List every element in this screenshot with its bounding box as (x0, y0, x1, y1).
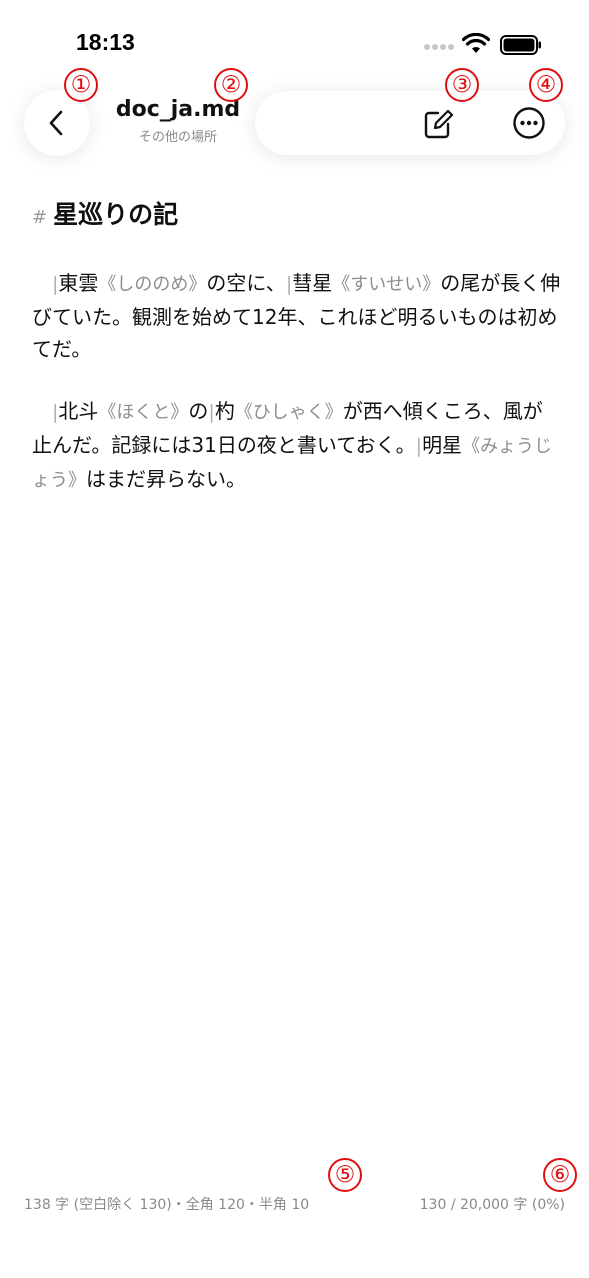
callout-6: ⑥ (543, 1158, 577, 1192)
document-editor[interactable]: # 星巡りの記 |東雲《しののめ》の空に、|彗星《すいせい》の尾が長く伸びていた… (32, 195, 562, 517)
document-heading: # 星巡りの記 (32, 195, 562, 231)
base-text: 彗星 (292, 271, 333, 295)
more-ellipsis-circle-icon (513, 107, 545, 139)
base-text: 明星 (422, 433, 463, 457)
character-progress[interactable]: 130 / 20,000 字 (0%) (420, 1194, 565, 1214)
edit-button[interactable] (416, 102, 460, 146)
callout-3: ③ (445, 68, 479, 102)
cellular-signal-icon (424, 44, 454, 52)
edit-square-pencil-icon (424, 109, 454, 139)
ruby-reading: 《ひしゃく》 (234, 402, 343, 423)
callout-2: ② (214, 68, 248, 102)
ruby-reading: 《ほくと》 (98, 402, 189, 423)
base-text: 杓 (214, 399, 235, 423)
status-footer: 138 字 (空白除く 130)・全角 120・半角 10 130 / 20,0… (0, 1194, 589, 1218)
battery-icon (500, 35, 541, 55)
base-text: 北斗 (58, 399, 99, 423)
ruby-reading: 《すいせい》 (332, 274, 441, 295)
document-location: その他の場所 (138, 130, 217, 145)
base-text: 東雲 (58, 271, 99, 295)
more-button[interactable] (506, 100, 552, 146)
heading-text: 星巡りの記 (53, 200, 179, 229)
wifi-icon (462, 33, 490, 53)
status-time: 18:13 (76, 29, 135, 55)
character-stats[interactable]: 138 字 (空白除く 130)・全角 120・半角 10 (24, 1194, 309, 1214)
body-text: はまだ昇らない。 (86, 467, 246, 491)
ruby-reading: 《しののめ》 (98, 274, 207, 295)
callout-1: ① (64, 68, 98, 102)
title-block: doc_ja.md その他の場所 (108, 97, 248, 145)
paragraph-1: |東雲《しののめ》の空に、|彗星《すいせい》の尾が長く伸びていた。観測を始めて1… (32, 267, 562, 365)
callout-5: ⑤ (328, 1158, 362, 1192)
chevron-left-icon (49, 110, 63, 136)
callout-4: ④ (529, 68, 563, 102)
status-bar: 18:13 (0, 0, 589, 80)
body-text: の (188, 399, 209, 423)
paragraph-2: |北斗《ほくと》の|杓《ひしゃく》が西へ傾くころ、風が止んだ。記録には31日の夜… (32, 395, 562, 497)
heading-marker: # (32, 207, 48, 228)
body-text: の空に、 (206, 271, 286, 295)
